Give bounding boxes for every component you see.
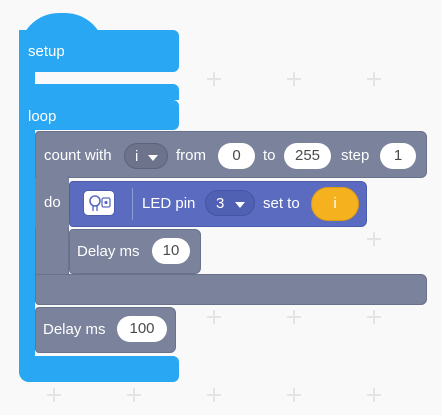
grid-marker [207,310,221,324]
grid-marker [367,310,381,324]
count-variable-value: i [135,148,139,165]
setup-label: setup [28,43,65,60]
led-block-divider [132,188,133,220]
grid-marker [287,72,301,86]
led-icon [83,190,115,216]
outer-delay-input[interactable]: 100 [117,316,167,342]
inner-delay-input[interactable]: 10 [152,238,190,264]
grid-marker [207,388,221,402]
step-value-input[interactable]: 1 [380,143,416,169]
grid-marker [367,72,381,86]
led-pin-value: 3 [216,195,225,212]
grid-marker [47,388,61,402]
led-value-variable[interactable]: i [311,187,359,221]
inner-delay-label: Delay ms [77,243,140,260]
from-value-input[interactable]: 0 [218,143,255,169]
chevron-down-icon [235,202,245,208]
loop-bottom-cap [19,356,179,382]
count-with-footer [35,274,427,305]
grid-marker [287,310,301,324]
to-label: to [263,147,276,164]
led-pin-dropdown[interactable]: 3 [205,190,255,216]
grid-marker [207,72,221,86]
led-pin-label: LED pin [142,195,196,212]
to-value-input[interactable]: 255 [284,143,331,169]
block-workspace[interactable]: setup loop count with i from 0 to 255 st… [0,0,442,415]
grid-marker [367,388,381,402]
chevron-down-icon [148,155,158,161]
count-with-label: count with [44,147,112,164]
set-to-label: set to [263,195,300,212]
setup-slot-end [19,84,179,100]
loop-label: loop [28,108,57,125]
grid-marker [367,232,381,246]
do-label: do [44,194,61,211]
step-label: step [341,147,370,164]
from-label: from [176,147,206,164]
outer-delay-label: Delay ms [43,321,106,338]
count-variable-dropdown[interactable]: i [124,143,168,169]
grid-marker [287,388,301,402]
grid-marker [127,388,141,402]
